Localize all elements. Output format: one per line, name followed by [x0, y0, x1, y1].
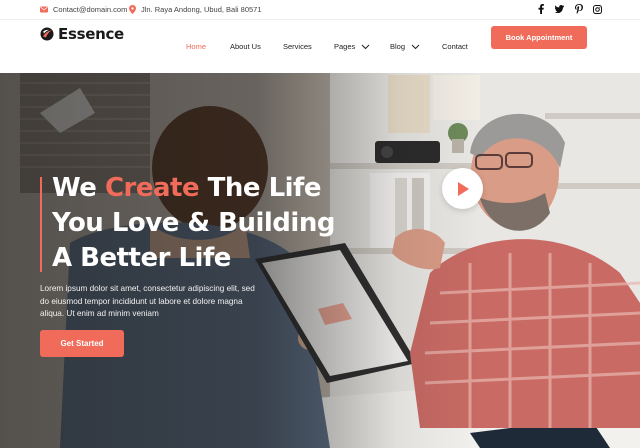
essence-logo-icon: [40, 27, 54, 41]
twitter-icon[interactable]: [555, 3, 564, 15]
pinterest-icon[interactable]: [574, 3, 583, 15]
hero-headline: We Create The Life You Love & Building A…: [52, 171, 335, 276]
play-icon: [457, 181, 469, 196]
nav-contact-label: Contact: [442, 42, 468, 51]
headline-highlight: Create: [104, 173, 200, 203]
facebook-icon[interactable]: [536, 3, 545, 15]
nav-blog-label: Blog: [390, 42, 406, 51]
hero-section: We Create The Life You Love & Building A…: [0, 73, 640, 448]
envelope-icon: [40, 6, 48, 13]
headline-line1-after: The Life: [199, 173, 322, 203]
map-pin-icon: [129, 5, 136, 14]
play-video-button[interactable]: [442, 168, 483, 209]
main-header: Essence Home About Us Services Pages Blo…: [0, 20, 640, 73]
contact-address: Jln. Raya Andong, Ubud, Bali 80571: [129, 5, 262, 14]
nav-blog[interactable]: Blog: [390, 42, 420, 51]
book-appointment-button[interactable]: Book Appointment: [491, 26, 587, 49]
top-info-bar: Contact@domain.com Jln. Raya Andong, Ubu…: [0, 0, 640, 20]
headline-line2: You Love & Building: [52, 208, 335, 238]
nav-contact[interactable]: Contact: [442, 42, 468, 51]
headline-accent-line: [40, 177, 42, 272]
headline-line3: A Better Life: [52, 243, 231, 273]
nav-pages-label: Pages: [334, 42, 356, 51]
logo-text: Essence: [58, 25, 124, 43]
social-links: [536, 3, 602, 15]
hero-lead-text: Lorem ipsum dolor sit amet, consectetur …: [40, 284, 255, 318]
nav-home-label: Home: [186, 42, 207, 51]
chevron-down-icon: [361, 44, 370, 49]
nav-about-label: About Us: [230, 42, 261, 51]
email-text: Contact@domain.com: [53, 5, 128, 14]
chevron-down-icon: [411, 44, 420, 49]
nav-services[interactable]: Services: [283, 42, 312, 51]
contact-email[interactable]: Contact@domain.com: [40, 5, 127, 14]
address-text: Jln. Raya Andong, Ubud, Bali 80571: [141, 5, 262, 14]
nav-home[interactable]: Home: [186, 42, 206, 51]
nav-pages[interactable]: Pages: [334, 42, 370, 51]
nav-about[interactable]: About Us: [230, 42, 261, 51]
headline-line1-before: We: [52, 173, 105, 203]
site-logo[interactable]: Essence: [40, 25, 124, 43]
nav-services-label: Services: [283, 42, 312, 51]
get-started-button[interactable]: Get Started: [40, 330, 124, 357]
instagram-icon[interactable]: [593, 3, 602, 15]
